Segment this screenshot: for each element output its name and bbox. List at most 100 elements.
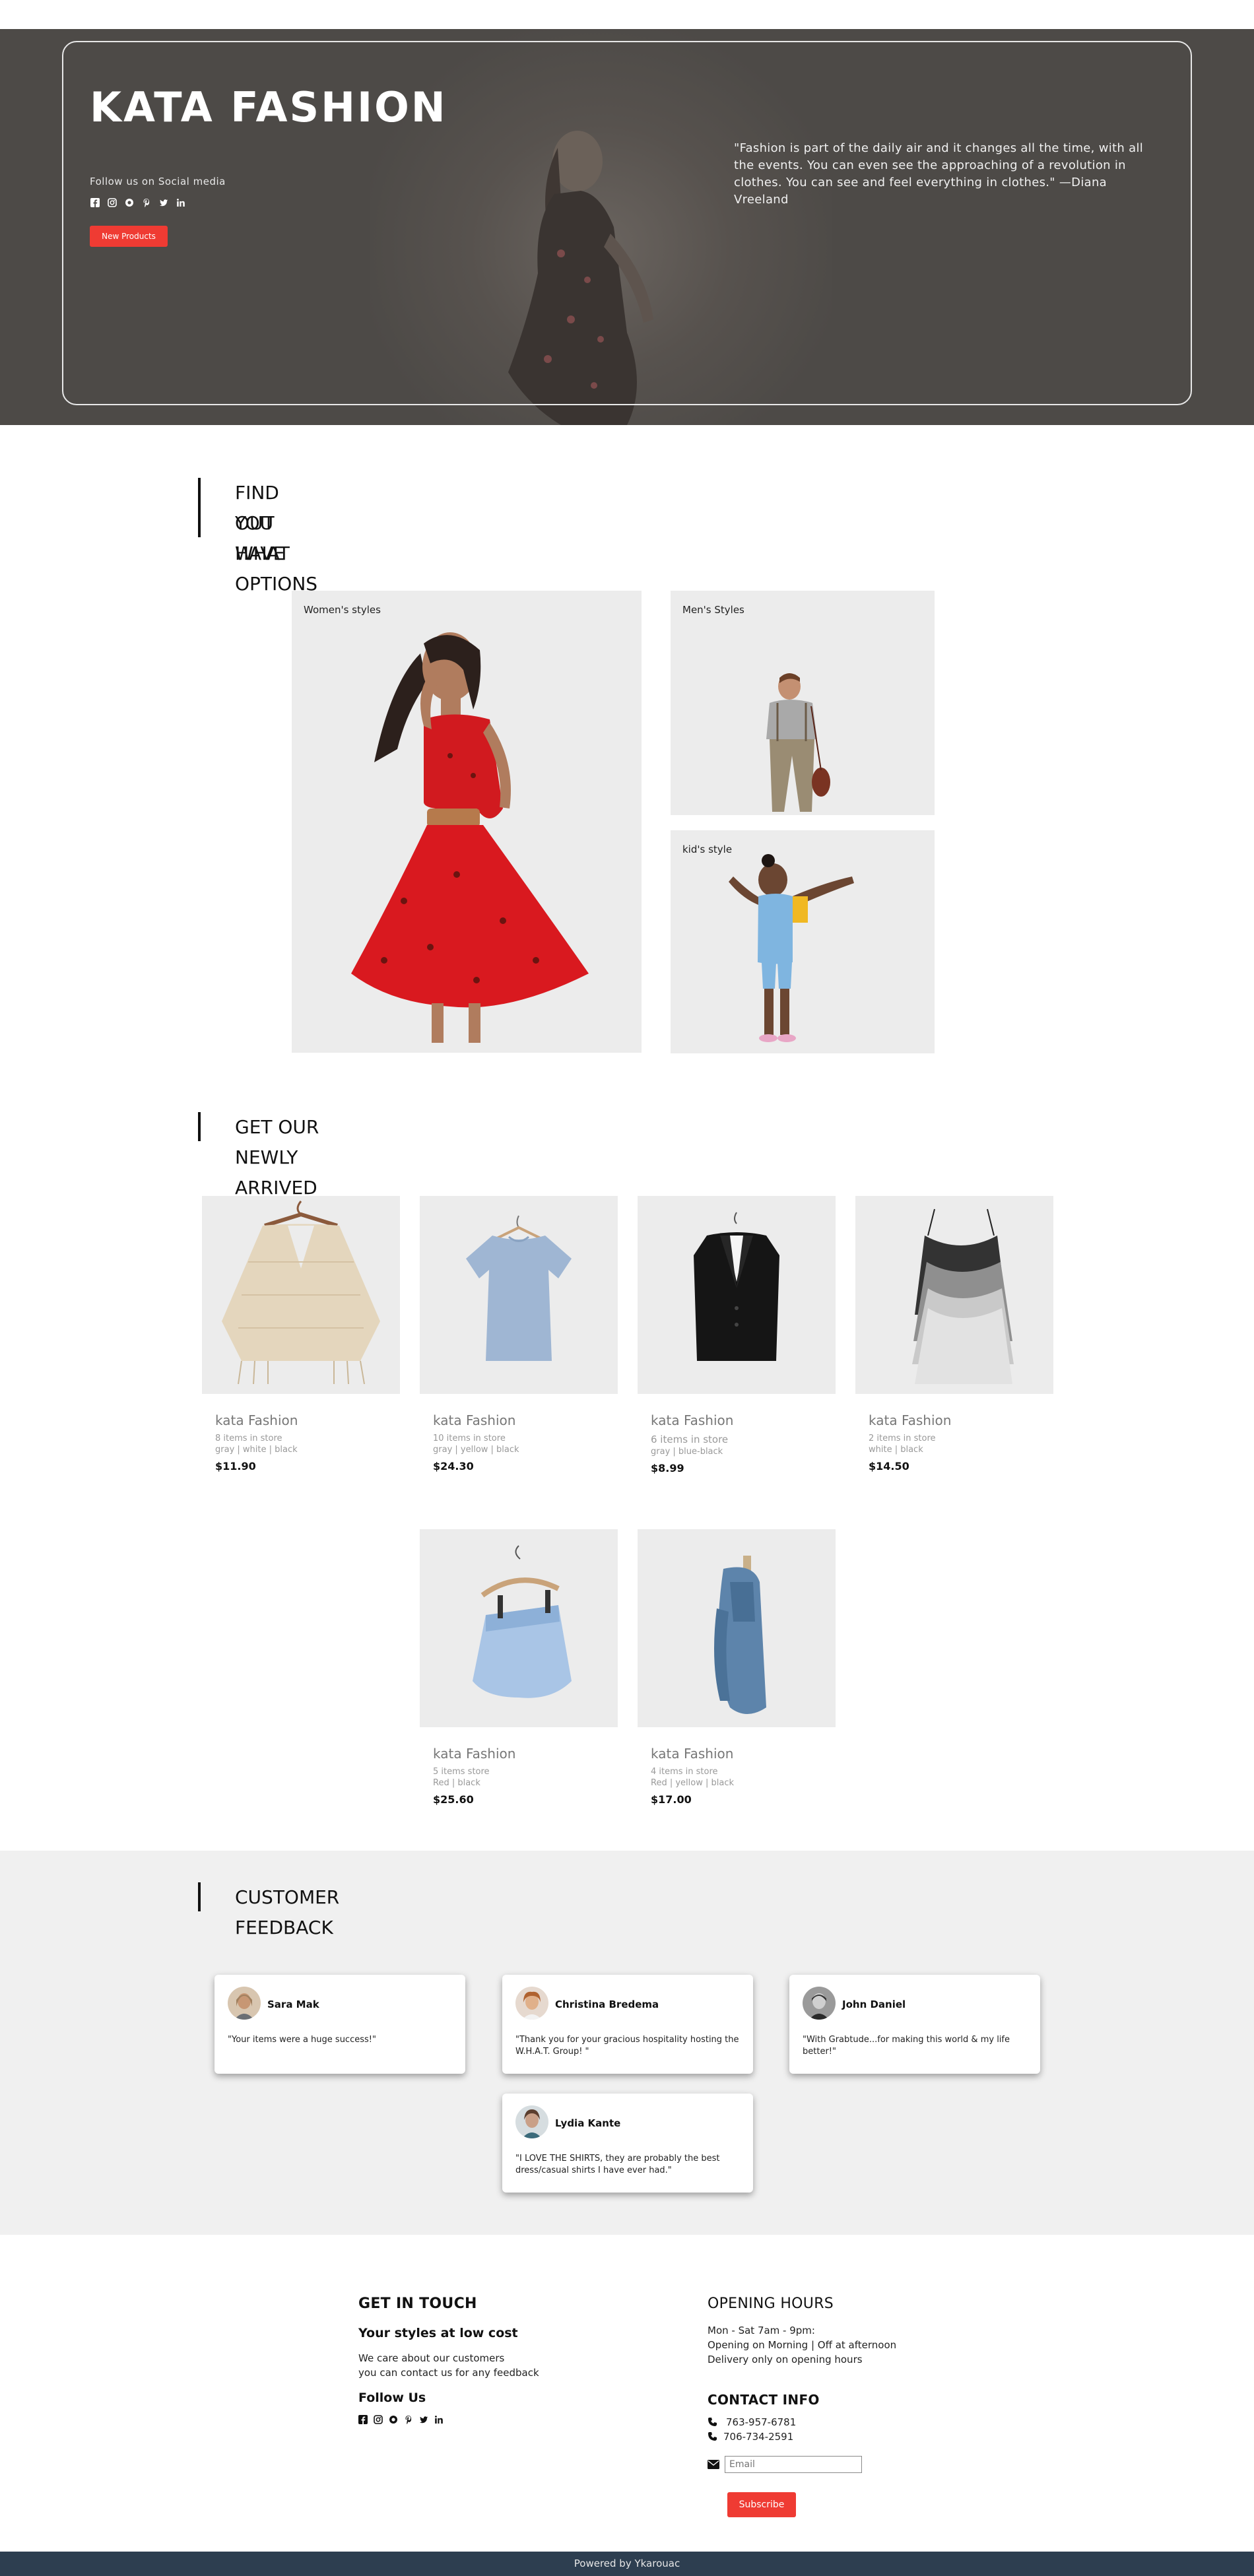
phone-icon (708, 2417, 717, 2429)
footer-social-icons (358, 2414, 444, 2427)
subscribe-button[interactable]: Subscribe (727, 2492, 796, 2517)
hero-social-icons (90, 198, 186, 209)
product-image (420, 1196, 618, 1394)
product-name: kata Fashion (433, 1412, 516, 1428)
envelope-icon (708, 2459, 719, 2472)
footer-about-line2: you can contact us for any feedback (358, 2367, 539, 2379)
kids-style-label: kid's style (682, 843, 733, 855)
product-stock: 2 items in store (869, 1434, 936, 1443)
phone-number-2[interactable]: 706-734-2591 (723, 2429, 793, 2444)
product-colors: Red | black (433, 1778, 480, 1788)
product-colors: gray | white | black (215, 1445, 298, 1455)
powered-by-bar: Powered by Ykarouac (0, 2552, 1254, 2576)
feedback-heading-text: CUSTOMER FEEDBACK (235, 1886, 340, 1938)
phone-icon (708, 2431, 717, 2444)
hero-banner: KATA FASHION Follow us on Social media N… (0, 29, 1254, 425)
avatar (228, 1987, 261, 2020)
testimonial-card: John Daniel "With Grabtude...for making … (789, 1975, 1040, 2074)
testimonial-name: John Daniel (842, 1998, 906, 2010)
product-name: kata Fashion (433, 1746, 516, 1762)
product-price: $25.60 (433, 1793, 474, 1806)
mens-styles-label: Men's Styles (682, 604, 744, 616)
email-field[interactable] (725, 2456, 862, 2473)
product-card[interactable]: kata Fashion 4 items in store Red | yell… (638, 1529, 836, 1806)
testimonial-card: Lydia Kante "I LOVE THE SHIRTS, they are… (502, 2094, 753, 2193)
avatar (515, 2105, 548, 2138)
testimonial-text: "With Grabtude...for making this world &… (803, 2035, 1010, 2057)
product-name: kata Fashion (869, 1412, 952, 1428)
product-stock: 4 items in store (651, 1767, 718, 1777)
product-price: $14.50 (869, 1460, 909, 1472)
product-image (202, 1196, 400, 1394)
womens-model-image (292, 591, 642, 1053)
get-in-touch-heading: GET IN TOUCH (358, 2295, 477, 2312)
testimonial-text: "I LOVE THE SHIRTS, they are probably th… (515, 2154, 720, 2175)
product-name: kata Fashion (651, 1412, 734, 1428)
testimonial-card: Christina Bredema "Thank you for your gr… (502, 1975, 753, 2074)
hours-line-1: Mon - Sat 7am - 9pm: (708, 2325, 815, 2336)
product-price: $8.99 (651, 1462, 684, 1474)
facebook-icon[interactable] (90, 198, 100, 209)
linkedin-icon[interactable] (434, 2414, 444, 2427)
product-image (420, 1529, 618, 1727)
heading-accent-bar (198, 1882, 201, 1911)
heading-accent-bar (198, 478, 201, 537)
product-stock: 10 items in store (433, 1434, 506, 1443)
product-card[interactable]: kata Fashion 2 items in store white | bl… (855, 1196, 1053, 1472)
opencollective-icon[interactable] (389, 2414, 398, 2427)
follow-us-heading: Follow Us (358, 2391, 426, 2405)
opencollective-icon[interactable] (124, 198, 135, 209)
heading-accent-bar (198, 1112, 201, 1141)
product-image (638, 1196, 836, 1394)
follow-social-text: Follow us on Social media (90, 176, 226, 187)
testimonial-name: Christina Bredema (555, 1998, 659, 2010)
product-name: kata Fashion (215, 1412, 298, 1428)
pinterest-icon[interactable] (404, 2414, 413, 2427)
hero-quote: "Fashion is part of the daily air and it… (734, 141, 1144, 207)
product-colors: gray | yellow | black (433, 1445, 519, 1455)
product-colors: white | black (869, 1445, 923, 1455)
instagram-icon[interactable] (374, 2414, 383, 2427)
testimonial-name: Lydia Kante (555, 2117, 621, 2129)
options-heading-line2: YOU HAVE (235, 512, 285, 564)
product-stock: 5 items store (433, 1767, 490, 1777)
product-stock: 6 items in store (651, 1434, 729, 1445)
product-price: $17.00 (651, 1793, 692, 1806)
product-card[interactable]: kata Fashion 10 items in store gray | ye… (420, 1196, 618, 1472)
linkedin-icon[interactable] (176, 198, 186, 209)
testimonial-text: "Thank you for your gracious hospitality… (515, 2035, 739, 2057)
product-card[interactable]: kata Fashion 6 items in store gray | blu… (638, 1196, 836, 1474)
twitter-icon[interactable] (158, 198, 169, 209)
product-card[interactable]: kata Fashion 5 items store Red | black $… (420, 1529, 618, 1806)
product-card[interactable]: kata Fashion 8 items in store gray | whi… (202, 1196, 400, 1472)
testimonial-text: "Your items were a huge success!" (228, 2035, 376, 2045)
instagram-icon[interactable] (107, 198, 117, 209)
footer-about-line1: We care about our customers (358, 2352, 505, 2364)
testimonial-card: Sara Mak "Your items were a huge success… (214, 1975, 465, 2074)
opening-hours-heading: OPENING HOURS (708, 2295, 834, 2312)
testimonial-name: Sara Mak (267, 1998, 319, 2010)
mens-styles-tile[interactable]: Men's Styles (671, 591, 935, 815)
product-image (638, 1529, 836, 1727)
product-name: kata Fashion (651, 1746, 734, 1762)
kids-style-tile[interactable]: kid's style (671, 830, 935, 1053)
phone-number-1[interactable]: 763-957-6781 (726, 2415, 796, 2429)
brand-title: KATA FASHION (90, 83, 447, 131)
twitter-icon[interactable] (419, 2414, 428, 2427)
avatar (515, 1987, 548, 2020)
hours-line-2: Opening on Morning | Off at afternoon (708, 2339, 897, 2351)
womens-styles-label: Women's styles (304, 604, 381, 616)
hours-line-3: Delivery only on opening hours (708, 2354, 863, 2365)
footer-tagline: Your styles at low cost (358, 2326, 518, 2340)
product-price: $11.90 (215, 1460, 256, 1472)
womens-styles-tile[interactable]: Women's styles (292, 591, 642, 1053)
kids-model-image (671, 830, 935, 1053)
facebook-icon[interactable] (358, 2414, 368, 2427)
contact-info-heading: CONTACT INFO (708, 2392, 820, 2408)
product-price: $24.30 (433, 1460, 474, 1472)
pinterest-icon[interactable] (141, 198, 152, 209)
new-products-button[interactable]: New Products (90, 226, 168, 247)
mens-model-image (671, 591, 935, 815)
product-colors: gray | blue-black (651, 1447, 723, 1457)
product-colors: Red | yellow | black (651, 1778, 734, 1788)
